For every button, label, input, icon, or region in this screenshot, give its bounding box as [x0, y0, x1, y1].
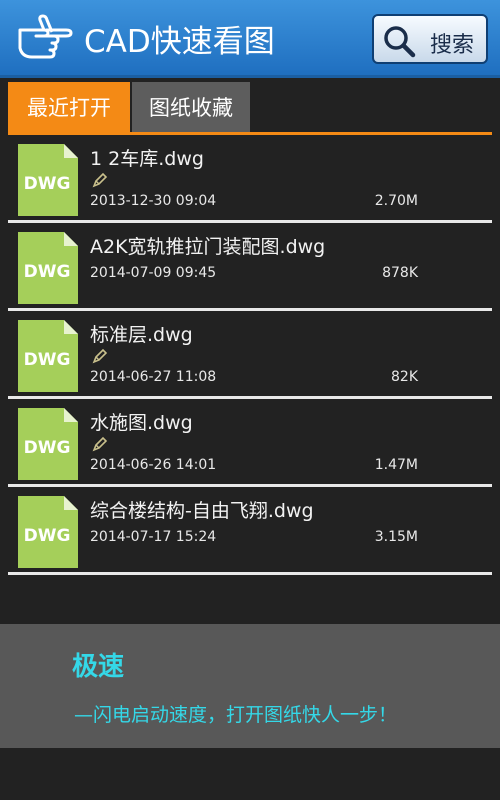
file-size: 2.70M [374, 193, 418, 209]
search-button[interactable]: 搜索 [372, 14, 488, 64]
file-size: 82K [391, 369, 418, 385]
dwg-file-icon: DWG [18, 232, 78, 304]
file-date: 2014-07-17 15:24 [90, 529, 217, 545]
file-date: 2013-12-30 09:04 [90, 193, 217, 209]
file-size: 3.15M [374, 529, 418, 545]
promo-text: —闪电启动速度，打开图纸快人一步！ [74, 704, 398, 726]
app-window: CAD快速看图 搜索 最近打开 图纸收藏 DWG 1 2车库.dwg 2013-… [0, 0, 500, 800]
svg-text:DWG: DWG [24, 350, 71, 370]
file-date: 2014-07-09 09:45 [90, 265, 217, 281]
search-button-label: 搜索 [430, 33, 475, 58]
file-list-item[interactable]: DWG 水施图.dwg 2014-06-26 14:01 1.47M [8, 402, 492, 487]
file-date: 2014-06-27 11:08 [90, 369, 217, 385]
file-size: 1.47M [374, 457, 418, 473]
app-header: CAD快速看图 搜索 [0, 0, 500, 78]
file-name: 1 2车库.dwg [90, 148, 204, 170]
pencil-icon [92, 172, 108, 188]
promo-title: 极速 [72, 652, 125, 682]
dwg-file-icon: DWG [18, 496, 78, 568]
file-list-item[interactable]: DWG 标准层.dwg 2014-06-27 11:08 82K [8, 314, 492, 399]
svg-text:DWG: DWG [24, 262, 71, 282]
file-list: DWG 1 2车库.dwg 2013-12-30 09:04 2.70M DWG… [8, 138, 492, 578]
file-name: A2K宽轨推拉门装配图.dwg [90, 236, 326, 258]
file-name: 综合楼结构-自由飞翔.dwg [90, 500, 314, 522]
tab-indicator-line [8, 132, 492, 135]
pencil-icon [92, 348, 108, 364]
file-list-item[interactable]: DWG 1 2车库.dwg 2013-12-30 09:04 2.70M [8, 138, 492, 223]
dwg-file-icon: DWG [18, 320, 78, 392]
tab-favorites[interactable]: 图纸收藏 [132, 82, 250, 134]
pointing-hand-icon [18, 14, 73, 59]
tab-recent[interactable]: 最近打开 [8, 82, 130, 134]
app-title: CAD快速看图 [84, 24, 275, 60]
file-date: 2014-06-26 14:01 [90, 457, 217, 473]
file-list-item[interactable]: DWG 综合楼结构-自由飞翔.dwg 2014-07-17 15:24 3.15… [8, 490, 492, 575]
file-size: 878K [382, 265, 418, 281]
dwg-file-icon: DWG [18, 408, 78, 480]
dwg-file-icon: DWG [18, 144, 78, 216]
file-list-item[interactable]: DWG A2K宽轨推拉门装配图.dwg 2014-07-09 09:45 878… [8, 226, 492, 311]
pencil-icon [92, 436, 108, 452]
svg-text:DWG: DWG [24, 438, 71, 458]
svg-text:DWG: DWG [24, 526, 71, 546]
svg-text:DWG: DWG [24, 174, 71, 194]
magnifier-icon [384, 26, 416, 58]
file-name: 标准层.dwg [90, 324, 193, 346]
tab-bar: 最近打开 图纸收藏 [0, 82, 500, 136]
promo-banner: 极速 —闪电启动速度，打开图纸快人一步！ [0, 624, 500, 748]
file-name: 水施图.dwg [90, 412, 193, 434]
